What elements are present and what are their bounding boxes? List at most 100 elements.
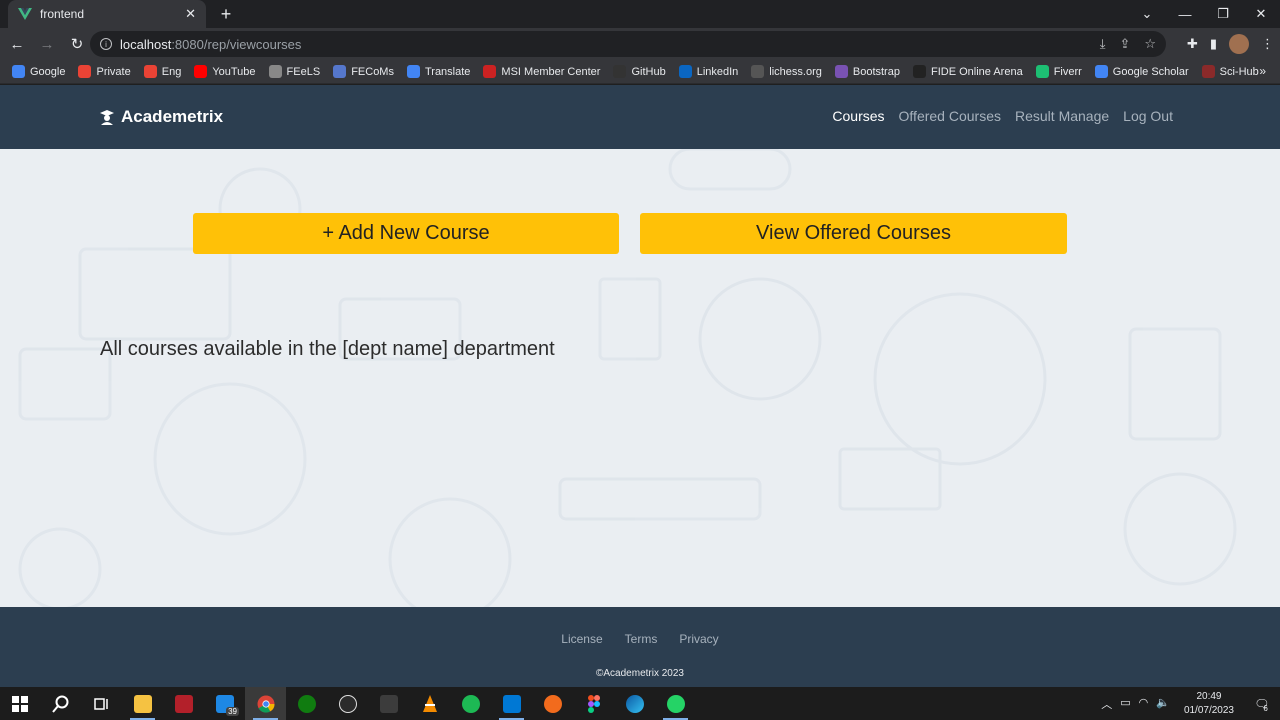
app-blue-icon[interactable]: 39 [204, 687, 245, 720]
footer-link-privacy[interactable]: Privacy [679, 632, 718, 646]
close-window-button[interactable]: ✕ [1242, 0, 1280, 28]
brand-link[interactable]: Academetrix [99, 107, 223, 127]
bookmark-item[interactable]: FECoMs [333, 65, 394, 78]
obs-icon [338, 694, 357, 713]
bookmark-label: Translate [424, 65, 471, 78]
install-app-icon[interactable]: ⤓ [1100, 36, 1106, 52]
forward-button[interactable]: → [34, 31, 60, 57]
nav-link-offered-courses[interactable]: Offered Courses [899, 108, 1001, 124]
bookmark-item[interactable]: Eng [143, 65, 181, 78]
bookmark-item[interactable]: FIDE Online Arena [912, 65, 1023, 78]
app-red-icon[interactable] [163, 687, 204, 720]
department-heading: All courses available in the [dept name]… [100, 338, 555, 360]
bookmark-label: MSI Member Center [501, 65, 601, 78]
extensions-icon[interactable]: ✚ [1187, 36, 1198, 52]
volume-icon[interactable]: 🔈 [1156, 696, 1170, 712]
more-bookmarks-icon[interactable]: » [1259, 64, 1266, 78]
windows-taskbar: 39 ︿ ▭ ◠ 🔈 20:49 01/07/2023 🗨 6 [0, 687, 1280, 720]
bookmark-item[interactable]: Bootstrap [834, 65, 900, 78]
spotify-taskbar-icon[interactable] [450, 687, 491, 720]
address-bar[interactable]: i localhost:8080/rep/viewcourses ⤓ ⇪ ☆ [90, 31, 1166, 57]
graduate-icon [100, 110, 114, 125]
tray-icons: ︿ ▭ ◠ 🔈 [1101, 696, 1170, 712]
new-tab-button[interactable]: + [216, 3, 236, 25]
back-button[interactable]: ← [4, 31, 30, 57]
main-content: + Add New Course View Offered Courses Al… [0, 149, 1280, 607]
bookmark-item[interactable]: Private [78, 65, 131, 78]
battery-icon[interactable]: ▭ [1120, 696, 1130, 712]
bookmark-item[interactable]: GitHub [613, 65, 666, 78]
start-button[interactable] [0, 687, 40, 720]
edge-taskbar-icon[interactable] [614, 687, 655, 720]
nav-link-courses[interactable]: Courses [832, 108, 884, 124]
menu-kebab-icon[interactable]: ⋮ [1261, 36, 1274, 52]
site-info-icon[interactable]: i [100, 38, 112, 50]
footer-link-terms[interactable]: Terms [625, 632, 658, 646]
bookmark-item[interactable]: lichess.org [751, 65, 822, 78]
add-new-course-button[interactable]: + Add New Course [193, 213, 619, 254]
bookmark-item[interactable]: MSI Member Center [483, 65, 600, 78]
search-taskbar-icon[interactable] [40, 687, 81, 720]
bookmark-item[interactable]: Translate [406, 65, 471, 78]
google-icon [12, 65, 25, 78]
gmail-icon [143, 65, 157, 78]
scihub-icon [1201, 65, 1215, 78]
browser-tab-active[interactable]: frontend ✕ [8, 0, 206, 28]
tab-title: frontend [40, 7, 85, 21]
bookmark-label: FECoMs [351, 65, 394, 78]
wifi-icon[interactable]: ◠ [1139, 696, 1149, 712]
xbox-taskbar-icon[interactable] [286, 687, 327, 720]
bookmark-label: FIDE Online Arena [930, 65, 1023, 78]
bookmark-item[interactable]: YouTube [194, 65, 256, 78]
share-icon[interactable]: ⇪ [1119, 36, 1130, 52]
maximize-button[interactable]: ❐ [1204, 0, 1242, 28]
browser-toolbar: ← → ↻ i localhost:8080/rep/viewcourses ⤓… [0, 28, 1280, 60]
fiverr-icon [1035, 65, 1049, 78]
task-view-icon[interactable] [81, 687, 122, 720]
lichess-icon [751, 65, 765, 78]
footer-link-license[interactable]: License [561, 632, 602, 646]
fecoms-icon [333, 65, 347, 78]
obs-taskbar-icon[interactable] [327, 687, 368, 720]
folder-icon [133, 694, 152, 713]
bookmark-item[interactable]: LinkedIn [678, 65, 738, 78]
site-footer: License Terms Privacy ©Academetrix 2023 [0, 607, 1280, 687]
bookmark-item[interactable]: FEeLS [268, 65, 320, 78]
bookmark-star-icon[interactable]: ☆ [1144, 36, 1156, 52]
bookmark-label: GitHub [631, 65, 666, 78]
omnibox-icons: ⤓ ⇪ ☆ [1100, 31, 1156, 57]
nav-links: Courses Offered Courses Result Manage Log O… [832, 108, 1173, 124]
gmail-icon [78, 65, 92, 78]
file-explorer-icon[interactable] [122, 687, 163, 720]
minimize-button[interactable]: — [1166, 0, 1204, 28]
profile-avatar[interactable] [1229, 34, 1249, 54]
brand-name: Academetrix [121, 107, 224, 126]
bookmark-item[interactable]: Google Scholar [1094, 65, 1189, 78]
toolbar-right: ✚ ▮ ⋮ [1187, 31, 1274, 57]
side-panel-icon[interactable]: ▮ [1210, 36, 1217, 52]
clock[interactable]: 20:49 01/07/2023 [1184, 690, 1234, 718]
whatsapp-taskbar-icon[interactable] [655, 687, 696, 720]
bookmark-item[interactable]: Google [12, 65, 65, 78]
bookmark-item[interactable]: Sci-Hub [1201, 65, 1259, 78]
reload-button[interactable]: ↻ [64, 31, 90, 57]
chrome-taskbar-icon[interactable] [245, 687, 286, 720]
vlc-taskbar-icon[interactable] [409, 687, 450, 720]
show-hidden-icons-icon[interactable]: ︿ [1101, 696, 1112, 712]
bookmark-label: Fiverr [1053, 65, 1082, 78]
figma-icon [587, 694, 600, 713]
tab-close-icon[interactable]: ✕ [185, 6, 196, 22]
orange-app-taskbar-icon[interactable] [532, 687, 573, 720]
figma-taskbar-icon[interactable] [573, 687, 614, 720]
tab-search-icon[interactable]: ⌄ [1128, 0, 1166, 28]
bookmark-item[interactable]: Fiverr [1035, 65, 1082, 78]
game-bar-taskbar-icon[interactable] [368, 687, 409, 720]
nav-link-result-manage[interactable]: Result Manage [1015, 108, 1109, 124]
bookmark-label: Bootstrap [852, 65, 900, 78]
bookmark-label: YouTube [212, 65, 256, 78]
nav-link-log-out[interactable]: Log Out [1123, 108, 1173, 124]
vscode-taskbar-icon[interactable] [491, 687, 532, 720]
notification-center-button[interactable]: 🗨 6 [1248, 687, 1274, 720]
vlc-icon [422, 694, 437, 712]
view-offered-courses-button[interactable]: View Offered Courses [640, 213, 1067, 254]
